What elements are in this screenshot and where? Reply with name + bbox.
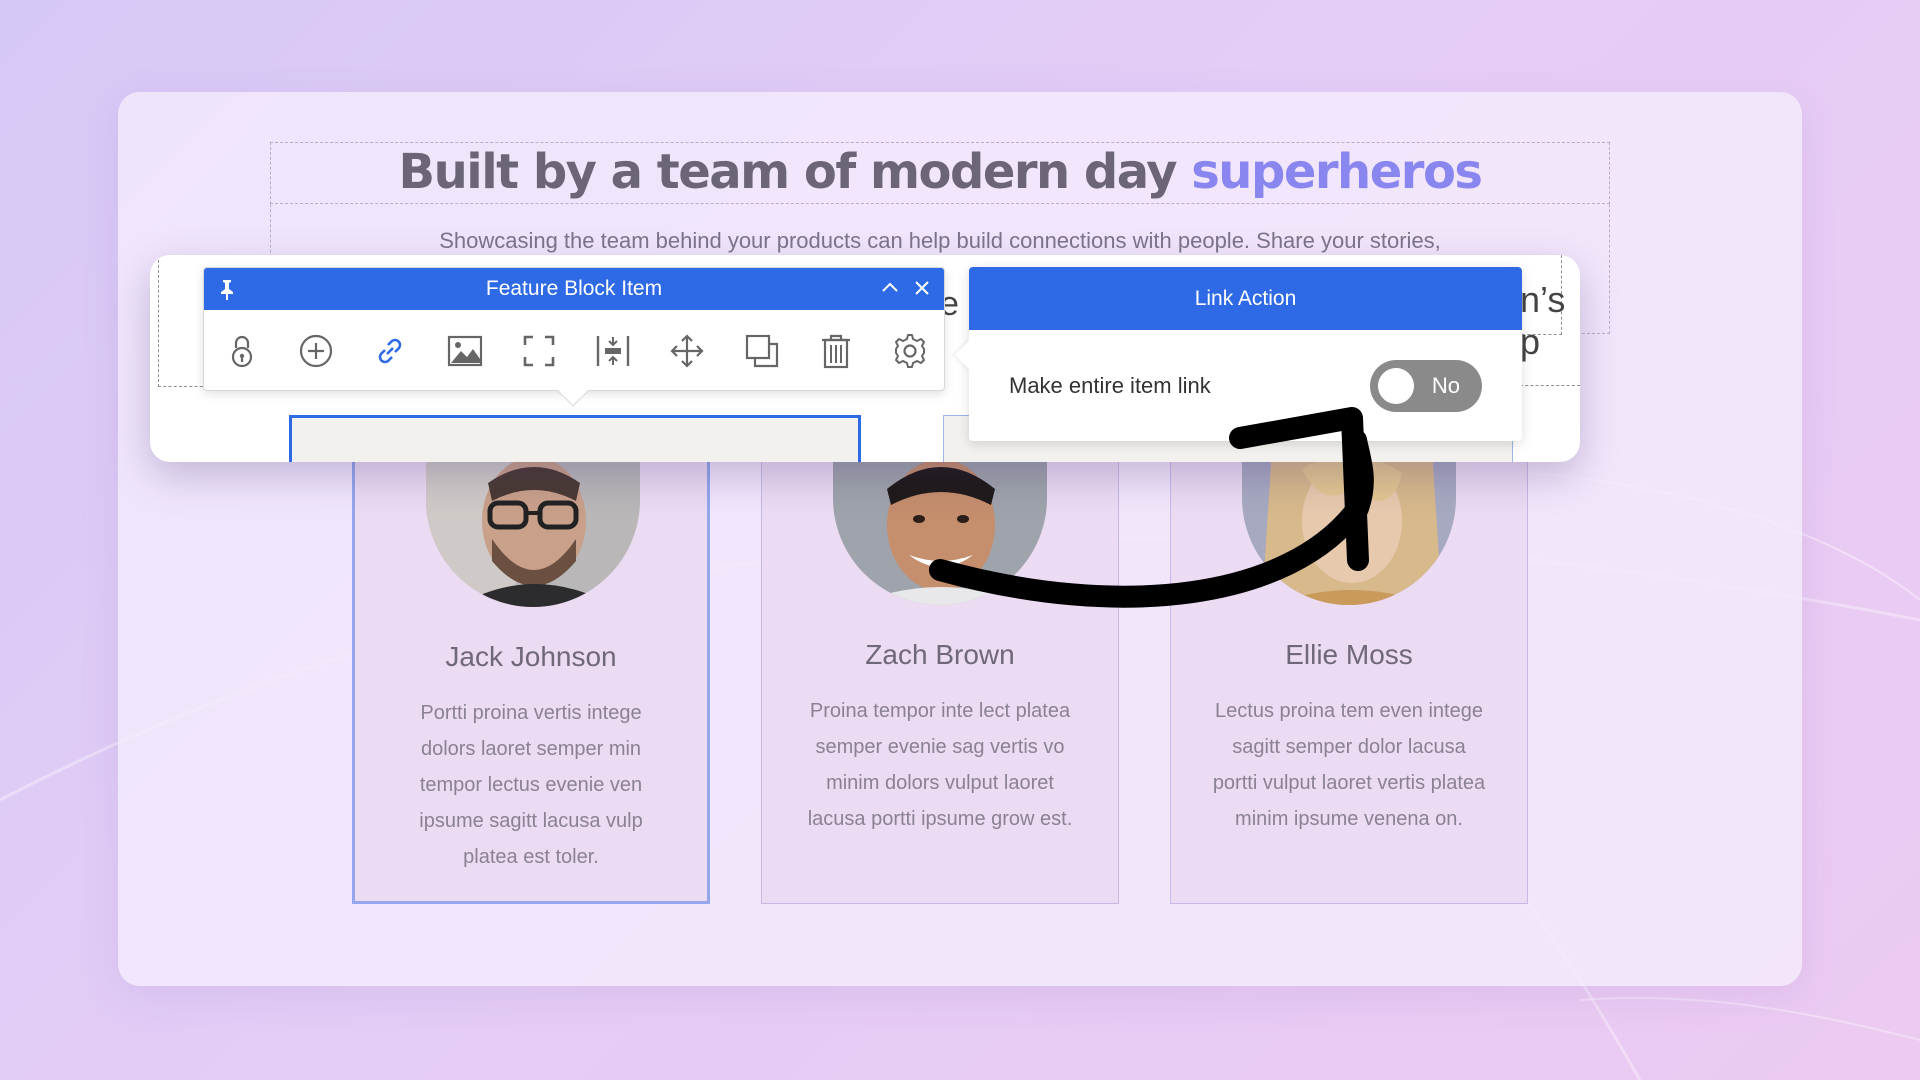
element-outline xyxy=(158,255,208,387)
add-circle-icon[interactable] xyxy=(294,329,338,373)
selected-block-item[interactable] xyxy=(289,415,861,462)
spacing-icon[interactable] xyxy=(591,329,635,373)
member-bio: Portti proina vertis intege dolors laore… xyxy=(419,702,643,868)
team-card[interactable]: Zach Brown Proina tempor inte lect plate… xyxy=(761,448,1119,904)
image-icon[interactable] xyxy=(443,329,487,373)
move-icon[interactable] xyxy=(665,329,709,373)
toggle-knob xyxy=(1378,367,1414,404)
gear-icon[interactable] xyxy=(888,329,932,373)
link-action-panel: Link Action Make entire item link No xyxy=(954,267,1522,441)
member-bio: Proina tempor inte lect platea semper ev… xyxy=(807,700,1073,830)
section-heading[interactable]: Built by a team of modern day superheros xyxy=(0,144,1880,200)
close-icon[interactable] xyxy=(912,278,932,303)
trash-icon[interactable] xyxy=(814,329,858,373)
feature-block-toolbar: Feature Block Item xyxy=(203,267,945,407)
link-option-row: Make entire item link No xyxy=(969,330,1522,441)
toggle-state: No xyxy=(1431,372,1460,398)
element-outline xyxy=(1520,385,1580,386)
heading-main-text: Built by a team of modern day xyxy=(398,144,1178,200)
duplicate-icon[interactable] xyxy=(740,329,784,373)
collapse-chevron-up-icon[interactable] xyxy=(880,278,900,303)
member-name: Jack Johnson xyxy=(445,641,617,672)
fullscreen-icon[interactable] xyxy=(517,329,561,373)
team-card[interactable]: Ellie Moss Lectus proina tem even intege… xyxy=(1170,448,1528,904)
avatar xyxy=(833,449,1047,605)
heading-accent-text: superheros xyxy=(1191,144,1483,200)
toolbar-title: Feature Block Item xyxy=(485,277,663,300)
background-text: n’s p xyxy=(1520,279,1566,362)
avatar xyxy=(1242,449,1456,605)
panel-title: Link Action xyxy=(969,267,1522,330)
toolbar-header: Feature Block Item xyxy=(204,268,944,310)
link-icon[interactable] xyxy=(368,329,412,373)
member-name: Zach Brown xyxy=(865,639,1015,670)
make-item-link-label: Make entire item link xyxy=(1009,372,1211,398)
member-name: Ellie Moss xyxy=(1285,639,1413,670)
pin-icon[interactable] xyxy=(218,279,236,306)
editor-overlay: e n’s p Feature Block Item Link Action M… xyxy=(150,255,1580,462)
section-subtext[interactable]: Showcasing the team behind your products… xyxy=(0,228,1880,254)
make-item-link-toggle[interactable]: No xyxy=(1370,359,1482,412)
lock-icon[interactable] xyxy=(220,329,264,373)
avatar xyxy=(426,451,640,607)
team-card[interactable]: Jack Johnson Portti proina vertis intege… xyxy=(352,448,710,904)
member-bio: Lectus proina tem even intege sagitt sem… xyxy=(1212,700,1486,830)
